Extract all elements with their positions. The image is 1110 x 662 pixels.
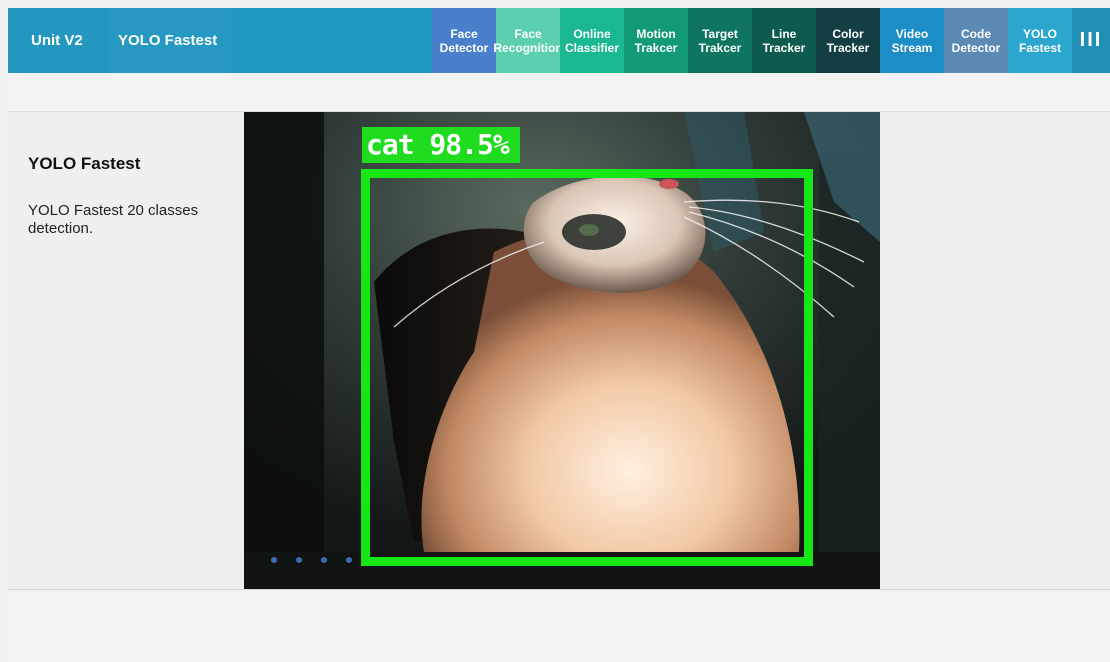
top-navigation-bar: Unit V2 YOLO Fastest Face Detector Face … [8, 8, 1110, 73]
hamburger-icon[interactable]: III [1072, 8, 1110, 73]
tab-line-tracker[interactable]: Line Tracker [752, 8, 816, 73]
tab-face-detector[interactable]: Face Detector [432, 8, 496, 73]
camera-stream: cat 98.5% [244, 112, 880, 589]
footer-area [8, 590, 1110, 662]
page-title: YOLO Fastest [28, 154, 141, 173]
tab-face-recognition[interactable]: Face Recognition [493, 8, 563, 73]
tab-color-tracker[interactable]: Color Tracker [816, 8, 880, 73]
tab-video-stream[interactable]: Video Stream [880, 8, 944, 73]
tab-motion-tracker[interactable]: Motion Trakcer [624, 8, 688, 73]
tab-yolo-fastest[interactable]: YOLO Fastest [1008, 8, 1072, 73]
main-content: YOLO Fastest YOLO Fastest 20 classes det… [8, 112, 1110, 590]
unit-v2-brand[interactable]: Unit V2 [8, 8, 108, 73]
page-description: YOLO Fastest 20 classes detection. [28, 202, 199, 237]
tab-target-tracker[interactable]: Target Trakcer [688, 8, 752, 73]
nav-spacer [228, 8, 432, 73]
toolbar-strip [8, 73, 1110, 112]
detection-label: cat 98.5% [362, 127, 520, 163]
tab-code-detector[interactable]: Code Detector [944, 8, 1008, 73]
detection-bounding-box [361, 169, 813, 566]
tab-online-classifier[interactable]: Online Classifier [560, 8, 624, 73]
current-app-title[interactable]: YOLO Fastest [108, 8, 228, 73]
info-panel: YOLO Fastest YOLO Fastest 20 classes det… [28, 154, 228, 238]
